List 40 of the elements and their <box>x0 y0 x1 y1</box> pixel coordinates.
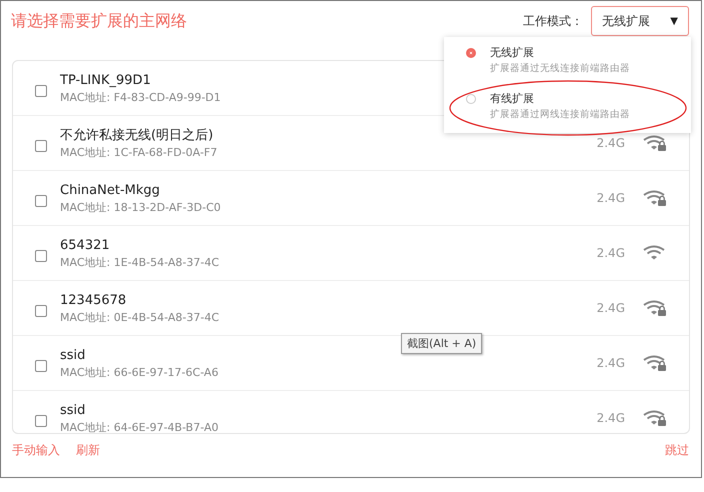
mac-address: MAC地址: 18-13-2D-AF-3D-C0 <box>60 200 221 214</box>
mode-select[interactable]: 无线扩展 ▼ <box>591 6 689 36</box>
option-description: 扩展器通过无线连接前端路由器 <box>490 62 630 76</box>
radio-button[interactable] <box>466 94 476 104</box>
band-label: 2.4G <box>596 356 625 370</box>
checkbox[interactable] <box>35 85 47 97</box>
band-label: 2.4G <box>596 411 625 425</box>
mode-label: 工作模式： <box>523 12 583 30</box>
mac-address: MAC地址: 1E-4B-54-A8-37-4C <box>60 254 220 270</box>
checkbox[interactable] <box>35 140 47 152</box>
mac-address: MAC地址: 66-6E-97-17-6C-A6 <box>60 364 218 380</box>
option-label: 有线扩展 <box>490 91 535 107</box>
network-row[interactable]: 654321 MAC地址: 1E-4B-54-A8-37-4C 2.4G <box>13 226 689 281</box>
network-name: 654321 <box>60 236 110 254</box>
network-name: ssid <box>60 402 86 420</box>
network-row[interactable]: ssid MAC地址: 64-6E-97-4B-B7-A0 2.4G <box>13 391 689 433</box>
band-label: 2.4G <box>596 191 625 205</box>
network-name: TP-LINK_99D1 <box>60 72 151 90</box>
checkbox[interactable] <box>35 415 47 427</box>
network-name: 12345678 <box>60 292 126 310</box>
tooltip: 截图(Alt + A) <box>401 333 482 354</box>
band-label: 2.4G <box>596 136 625 150</box>
band-label: 2.4G <box>596 301 625 315</box>
page-title: 请选择需要扩展的主网络 <box>11 10 187 32</box>
mac-address: MAC地址: 0E-4B-54-A8-37-4C <box>60 310 220 324</box>
caret-icon: ▼ <box>670 16 678 26</box>
network-row[interactable]: ChinaNet-Mkgg MAC地址: 18-13-2D-AF-3D-C0 2.4G <box>13 171 689 226</box>
checkbox[interactable] <box>35 305 47 317</box>
radio-button[interactable] <box>466 48 476 58</box>
option-label: 无线扩展 <box>490 45 535 61</box>
network-name: ChinaNet-Mkgg <box>60 182 160 200</box>
mac-address: MAC地址: 64-6E-97-4B-B7-A0 <box>60 420 218 433</box>
checkbox[interactable] <box>35 195 47 207</box>
checkbox[interactable] <box>35 250 47 262</box>
network-name: 不允许私接无线(明日之后) <box>60 126 214 144</box>
network-name: ssid <box>60 346 86 364</box>
band-label: 2.4G <box>596 246 625 260</box>
mac-address: MAC地址: 1C-FA-68-FD-0A-F7 <box>60 144 218 160</box>
mac-address: MAC地址: F4-83-CD-A9-99-D1 <box>60 90 221 104</box>
checkbox[interactable] <box>35 360 47 372</box>
